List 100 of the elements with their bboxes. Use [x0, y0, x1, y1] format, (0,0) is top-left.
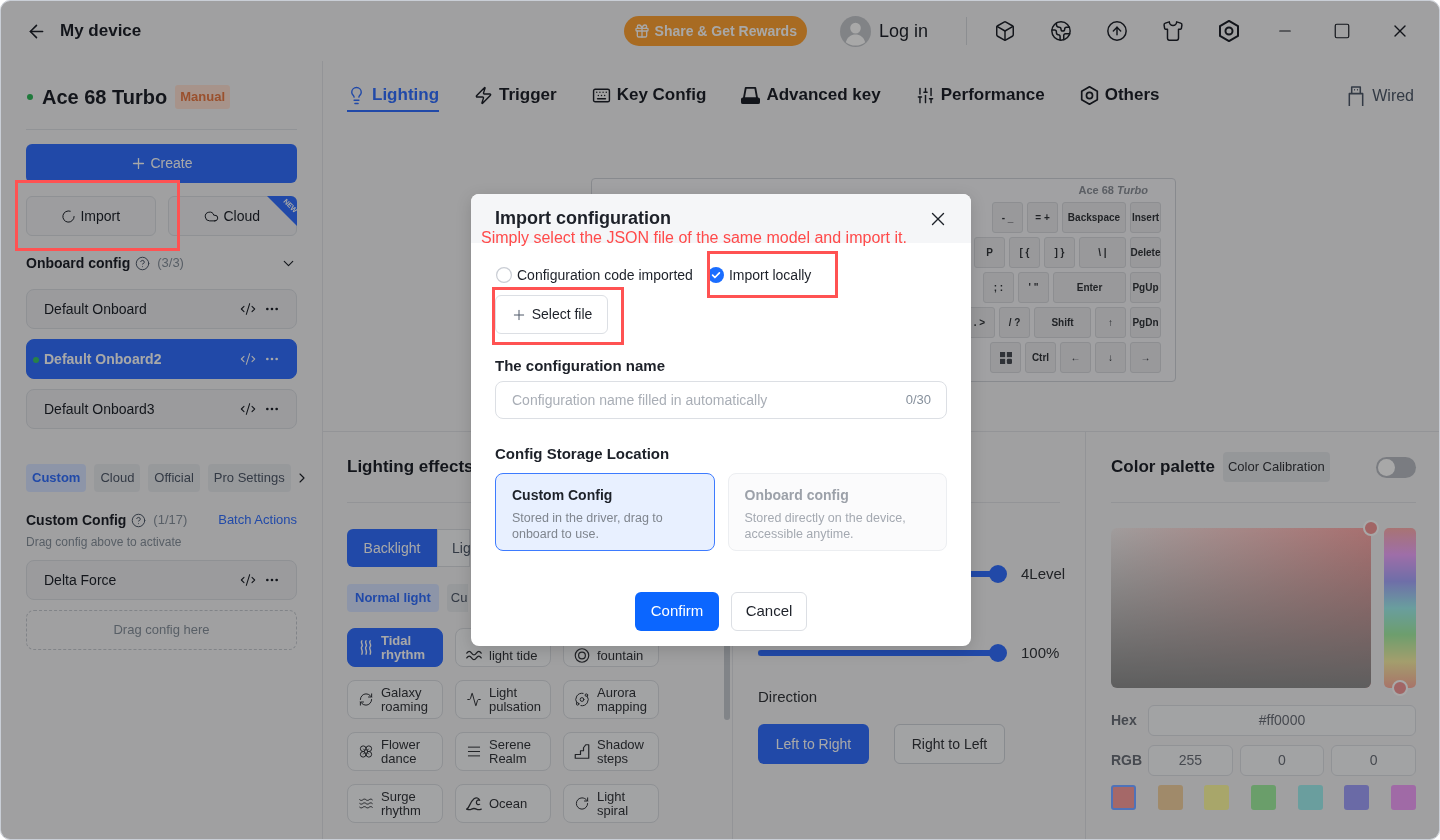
ring-icon [574, 648, 590, 663]
flower-icon [358, 744, 374, 759]
mode-tab[interactable]: Lig [437, 529, 470, 567]
drop-zone: Drag config here [26, 610, 297, 650]
nav-tab[interactable]: Performance [915, 80, 1045, 112]
keyboard-key: Insert [1130, 202, 1161, 233]
direction-button[interactable]: Left to Right [758, 724, 869, 764]
rgb-field[interactable]: 0 [1239, 745, 1325, 776]
rgb-field[interactable]: 255 [1148, 745, 1233, 776]
maximize-icon[interactable] [1333, 22, 1351, 40]
keyboard-key: PgDn [1130, 307, 1161, 338]
annotation-text: Simply select the JSON file of the same model and import it. [481, 228, 907, 248]
cube-icon[interactable] [994, 20, 1016, 42]
create-button[interactable]: Create [26, 144, 297, 183]
confirm-button[interactable]: Confirm [635, 592, 719, 631]
keycap-icon [741, 85, 761, 105]
effect-button[interactable]: Flower dance [347, 732, 443, 771]
cancel-button[interactable]: Cancel [731, 592, 807, 631]
stairs-icon [574, 744, 590, 759]
refresh-icon [358, 692, 374, 707]
field-label: Direction [758, 687, 819, 707]
config-item[interactable]: Default Onboard2 [26, 339, 297, 379]
batch-actions-link[interactable]: Batch Actions [218, 510, 297, 530]
radio-label[interactable]: Import locally [728, 264, 812, 286]
effect-category-tab[interactable]: Cu [446, 584, 468, 612]
login-button[interactable]: Log in [878, 17, 928, 45]
effect-button[interactable]: Light spiral [563, 784, 659, 823]
color-swatch-icon[interactable] [1204, 785, 1230, 810]
effect-button[interactable]: Ocean [455, 784, 551, 823]
calibration-label: Color Calibration [1222, 452, 1330, 482]
toggle-switch[interactable] [1376, 456, 1416, 478]
config-item[interactable]: Default Onboard [26, 289, 297, 329]
page-title: My device [60, 20, 142, 43]
import-button[interactable]: Import [26, 196, 156, 236]
code-icon[interactable] [240, 351, 256, 367]
storage-option[interactable]: Custom Config Stored in the driver, drag to onboard to use. [495, 473, 715, 551]
pulse-icon [466, 692, 482, 707]
color-swatch-icon[interactable] [1390, 785, 1416, 810]
code-icon[interactable] [240, 301, 256, 317]
color-swatch-icon[interactable] [1250, 785, 1276, 810]
slider-thumb[interactable] [989, 644, 1007, 662]
select-file-button[interactable]: Select file [495, 295, 608, 334]
code-icon[interactable] [240, 401, 256, 417]
keyboard-key: ' " [1018, 272, 1049, 303]
effect-button[interactable]: Serene Realm [455, 732, 551, 771]
slider-value: 4Level [1021, 563, 1066, 584]
direction-button[interactable]: Right to Left [894, 724, 1005, 764]
lightning-icon [474, 85, 494, 105]
nav-tab[interactable]: Advanced key [741, 80, 881, 112]
keyboard-key: Delete [1130, 237, 1161, 268]
config-item[interactable]: Delta Force [26, 560, 297, 600]
picker-handle[interactable] [1363, 520, 1379, 536]
category-tab[interactable]: Cloud [94, 464, 141, 492]
dialog-title: Import configuration [495, 207, 671, 230]
section-title: Onboard config [26, 253, 131, 273]
slider-value: 100% [1021, 642, 1060, 663]
help-icon[interactable] [131, 512, 147, 528]
effect-button[interactable]: Shadow steps [563, 732, 659, 771]
color-swatch-icon[interactable] [1297, 785, 1323, 810]
keyboard-key: Enter [1053, 272, 1126, 303]
rgb-field[interactable]: 0 [1331, 745, 1416, 776]
color-swatch-icon[interactable] [1344, 785, 1370, 810]
device-name: Ace 68 Turbo [42, 85, 168, 110]
hex-field[interactable]: #ff0000 [1148, 705, 1416, 736]
category-tab[interactable]: Pro Settings [207, 464, 291, 492]
effect-button[interactable]: Tidal rhythm [347, 628, 443, 667]
nav-tab[interactable]: Key Config [591, 80, 707, 112]
effect-button[interactable]: Light pulsation [455, 680, 551, 719]
keyboard-key: P [974, 237, 1005, 268]
orbit-icon [574, 692, 590, 707]
shirt-icon[interactable] [1162, 20, 1184, 42]
help-icon[interactable] [135, 255, 151, 271]
spinner-icon [61, 208, 77, 224]
saturation-picker[interactable] [1111, 528, 1371, 688]
field-label: The configuration name [495, 356, 666, 376]
code-icon[interactable] [240, 572, 256, 588]
mode-tab[interactable]: Backlight [347, 529, 437, 567]
settings-icon[interactable] [1218, 20, 1240, 42]
color-swatch-icon[interactable] [1111, 785, 1136, 810]
globe-icon[interactable] [1050, 20, 1072, 42]
keyboard-key: ↓ [1095, 342, 1126, 373]
option-title: Custom Config [512, 486, 614, 505]
radio-button[interactable] [707, 267, 724, 283]
effect-button[interactable]: Aurora mapping [563, 680, 659, 719]
category-tab[interactable]: Official [148, 464, 200, 492]
nav-tab[interactable]: Trigger [474, 80, 557, 112]
keyboard-key: → [1130, 342, 1161, 373]
slider-thumb[interactable] [989, 565, 1007, 583]
color-swatch-icon[interactable] [1157, 785, 1183, 810]
mode-badge: Manual [175, 85, 230, 109]
radio-button[interactable] [496, 267, 512, 283]
config-item[interactable]: Default Onboard3 [26, 389, 297, 429]
keyboard-key: ; : [983, 272, 1014, 303]
effect-button[interactable]: Surge rhythm [347, 784, 443, 823]
upload-icon[interactable] [1106, 20, 1128, 42]
radio-label[interactable]: Configuration code imported [517, 264, 693, 286]
hue-handle[interactable] [1392, 680, 1408, 696]
grid-icon [999, 351, 1012, 364]
nav-tab[interactable]: Others [1079, 80, 1160, 112]
effect-button[interactable]: Galaxy roaming [347, 680, 443, 719]
